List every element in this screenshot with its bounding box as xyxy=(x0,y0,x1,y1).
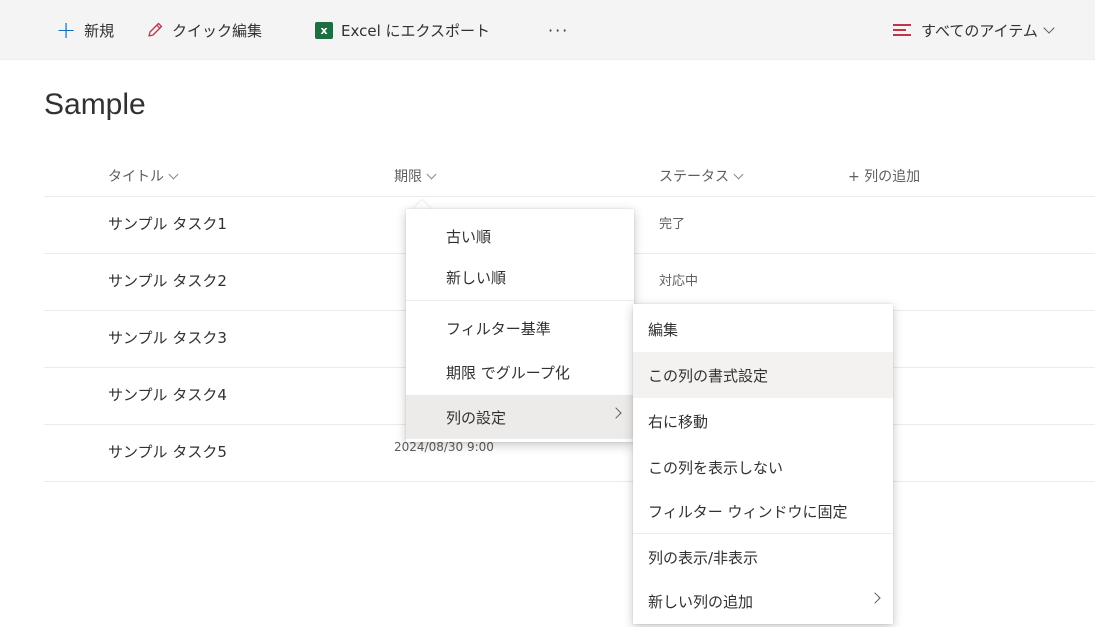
chevron-right-icon xyxy=(610,407,622,419)
column-header-label: タイトル xyxy=(108,169,164,185)
menu-item-label: フィルター ウィンドウに固定 xyxy=(648,502,848,521)
new-button[interactable]: + 新規 xyxy=(56,0,114,60)
menu-item-label: 編集 xyxy=(648,320,679,339)
menu-item-label: 期限 でグループ化 xyxy=(446,363,570,382)
row-status: 完了 xyxy=(659,217,686,232)
row-title[interactable]: サンプル タスク3 xyxy=(108,327,227,348)
chevron-down-icon xyxy=(733,169,744,179)
submenu-item-show-hide-columns[interactable]: 列の表示/非表示 xyxy=(633,534,893,580)
more-commands-button[interactable]: ··· xyxy=(548,0,569,60)
view-list-icon xyxy=(893,23,911,37)
menu-item-label: 新しい順 xyxy=(446,268,507,287)
submenu-item-move-right[interactable]: 右に移動 xyxy=(633,398,893,444)
menu-item-label: 新しい列の追加 xyxy=(648,592,754,611)
view-label: すべてのアイテム xyxy=(921,21,1038,40)
menu-item-sort-newest[interactable]: 新しい順 xyxy=(406,254,634,300)
menu-item-label: この列の書式設定 xyxy=(648,366,769,385)
chevron-right-icon xyxy=(869,592,881,604)
ellipsis-icon: ··· xyxy=(548,20,570,40)
add-column-button[interactable]: + 列の追加 xyxy=(848,166,920,186)
submenu-item-format-column[interactable]: この列の書式設定 xyxy=(633,352,893,398)
menu-divider xyxy=(406,300,634,301)
column-settings-submenu: 編集 この列の書式設定 右に移動 この列を表示しない フィルター ウィンドウに固… xyxy=(633,304,893,624)
submenu-item-pin-filter[interactable]: フィルター ウィンドウに固定 xyxy=(633,488,893,534)
column-context-menu: 古い順 新しい順 フィルター基準 期限 でグループ化 列の設定 xyxy=(406,209,634,442)
column-header-title[interactable]: タイトル xyxy=(108,166,179,186)
chevron-down-icon xyxy=(1043,21,1055,34)
column-header-label: 期限 xyxy=(394,169,422,185)
menu-item-group-by[interactable]: 期限 でグループ化 xyxy=(406,349,634,395)
menu-item-label: 列の設定 xyxy=(446,408,507,427)
menu-item-filter-by[interactable]: フィルター基準 xyxy=(406,305,634,351)
submenu-item-hide-column[interactable]: この列を表示しない xyxy=(633,444,893,490)
menu-item-label: 右に移動 xyxy=(648,412,709,431)
export-excel-label: Excel にエクスポート xyxy=(341,21,491,40)
row-title[interactable]: サンプル タスク2 xyxy=(108,270,227,291)
menu-item-sort-oldest[interactable]: 古い順 xyxy=(406,213,634,259)
submenu-item-add-new-column[interactable]: 新しい列の追加 xyxy=(633,578,893,624)
row-title[interactable]: サンプル タスク1 xyxy=(108,213,227,234)
chevron-down-icon xyxy=(168,169,179,179)
add-column-label: + 列の追加 xyxy=(848,169,921,185)
column-header-due[interactable]: 期限 xyxy=(394,166,437,186)
row-due: 2024/08/30 9:00 xyxy=(394,440,494,454)
submenu-item-edit[interactable]: 編集 xyxy=(633,306,893,352)
view-selector[interactable]: すべてのアイテム xyxy=(893,0,1055,60)
quick-edit-button[interactable]: クイック編集 xyxy=(146,0,262,60)
row-title[interactable]: サンプル タスク5 xyxy=(108,441,227,462)
new-label: 新規 xyxy=(84,21,115,40)
plus-icon: + xyxy=(56,16,77,44)
quick-edit-label: クイック編集 xyxy=(172,21,263,40)
menu-item-label: 古い順 xyxy=(446,227,492,246)
chevron-down-icon xyxy=(426,169,437,179)
row-status: 対応中 xyxy=(659,274,699,289)
menu-item-label: 列の表示/非表示 xyxy=(648,548,759,567)
column-header-status[interactable]: ステータス xyxy=(659,166,744,186)
column-header-label: ステータス xyxy=(659,169,729,185)
row-title[interactable]: サンプル タスク4 xyxy=(108,384,227,405)
command-bar: + 新規 クイック編集 x Excel にエクスポート ··· すべてのアイテム xyxy=(0,0,1095,60)
excel-icon: x xyxy=(315,21,333,39)
page-title: Sample xyxy=(44,88,146,121)
menu-item-label: この列を表示しない xyxy=(648,458,784,477)
export-excel-button[interactable]: x Excel にエクスポート xyxy=(315,0,490,60)
menu-item-label: フィルター基準 xyxy=(446,319,551,338)
menu-item-column-settings[interactable]: 列の設定 xyxy=(406,395,634,439)
pencil-icon xyxy=(146,21,164,39)
